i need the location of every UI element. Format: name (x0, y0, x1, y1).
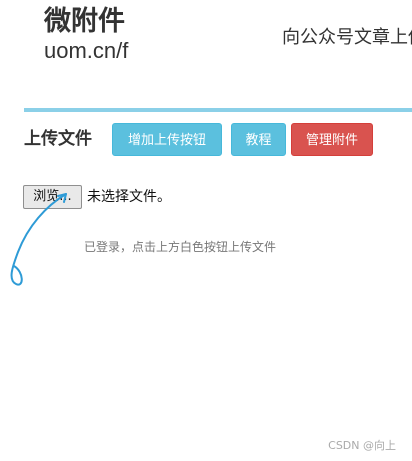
add-upload-button[interactable]: 增加上传按钮 (112, 123, 222, 156)
section-title: 上传文件 (24, 129, 92, 149)
tutorial-button[interactable]: 教程 (231, 123, 286, 156)
logo-url[interactable]: uom.cn/f (44, 38, 128, 64)
manage-attachments-button[interactable]: 管理附件 (291, 123, 373, 156)
login-hint: 已登录，点击上方白色按钮上传文件 (84, 240, 277, 254)
watermark: CSDN @向上 (328, 439, 396, 452)
file-status-text: 未选择文件。 (87, 189, 171, 205)
logo-title[interactable]: 微附件 (44, 5, 125, 39)
curved-arrow-icon (10, 193, 67, 286)
page: 微附件 uom.cn/f 向公众号文章上传附件 上传文件 增加上传按钮 教程 管… (0, 0, 412, 461)
header-divider (24, 108, 412, 112)
header-tagline: 向公众号文章上传附件 (282, 27, 412, 48)
